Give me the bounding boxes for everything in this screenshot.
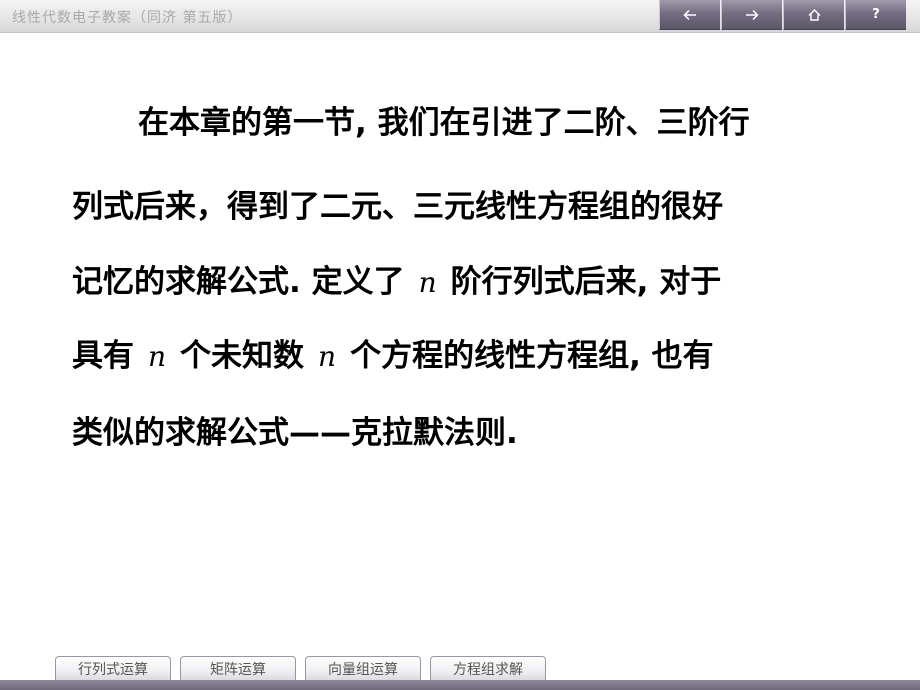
text-line-2: 列式后来，得到了二元、三元线性方程组的很好 xyxy=(72,189,723,225)
next-button[interactable] xyxy=(721,0,782,30)
document-title: 线性代数电子教案（同济 第五版） xyxy=(12,10,243,26)
text-line-5: 类似的求解公式——克拉默法则. xyxy=(72,415,518,451)
math-variable-n: n xyxy=(318,340,337,373)
text-segment: 记忆的求解公式. 定义了 xyxy=(72,264,405,300)
navigation-buttons: ? xyxy=(659,0,907,30)
tab-vector-group-operations[interactable]: 向量组运算 xyxy=(305,656,421,680)
arrow-left-icon xyxy=(683,9,697,21)
math-variable-n: n xyxy=(418,266,437,299)
text-segment: 个方程的线性方程组, 也有 xyxy=(350,338,714,374)
header-bar: 线性代数电子教案（同济 第五版） ? xyxy=(0,0,920,33)
text-segment: 个未知数 xyxy=(180,338,305,374)
text-line-4: 具有 n 个未知数 n 个方程的线性方程组, 也有 xyxy=(72,337,714,376)
tab-matrix-operations[interactable]: 矩阵运算 xyxy=(180,656,296,680)
footer-bar xyxy=(0,680,920,690)
math-variable-n: n xyxy=(148,340,167,373)
text-line-3: 记忆的求解公式. 定义了 n 阶行列式后来, 对于 xyxy=(72,263,721,302)
slide-page: 线性代数电子教案（同济 第五版） ? 在本章的第一节, 我们在引进了二阶、三阶行… xyxy=(0,0,920,690)
bottom-tabs: 行列式运算 矩阵运算 向量组运算 方程组求解 xyxy=(55,656,555,680)
arrow-right-icon xyxy=(745,9,759,21)
text-line-1: 在本章的第一节, 我们在引进了二阶、三阶行 xyxy=(138,105,750,141)
help-icon: ? xyxy=(872,7,880,22)
previous-button[interactable] xyxy=(659,0,720,30)
help-button[interactable]: ? xyxy=(845,0,906,30)
text-segment: 具有 xyxy=(72,338,134,374)
home-button[interactable] xyxy=(783,0,844,30)
text-segment: 阶行列式后来, 对于 xyxy=(450,264,722,300)
tab-equation-system-solving[interactable]: 方程组求解 xyxy=(430,656,546,680)
home-icon xyxy=(808,8,821,21)
tab-determinant-operations[interactable]: 行列式运算 xyxy=(55,656,171,680)
